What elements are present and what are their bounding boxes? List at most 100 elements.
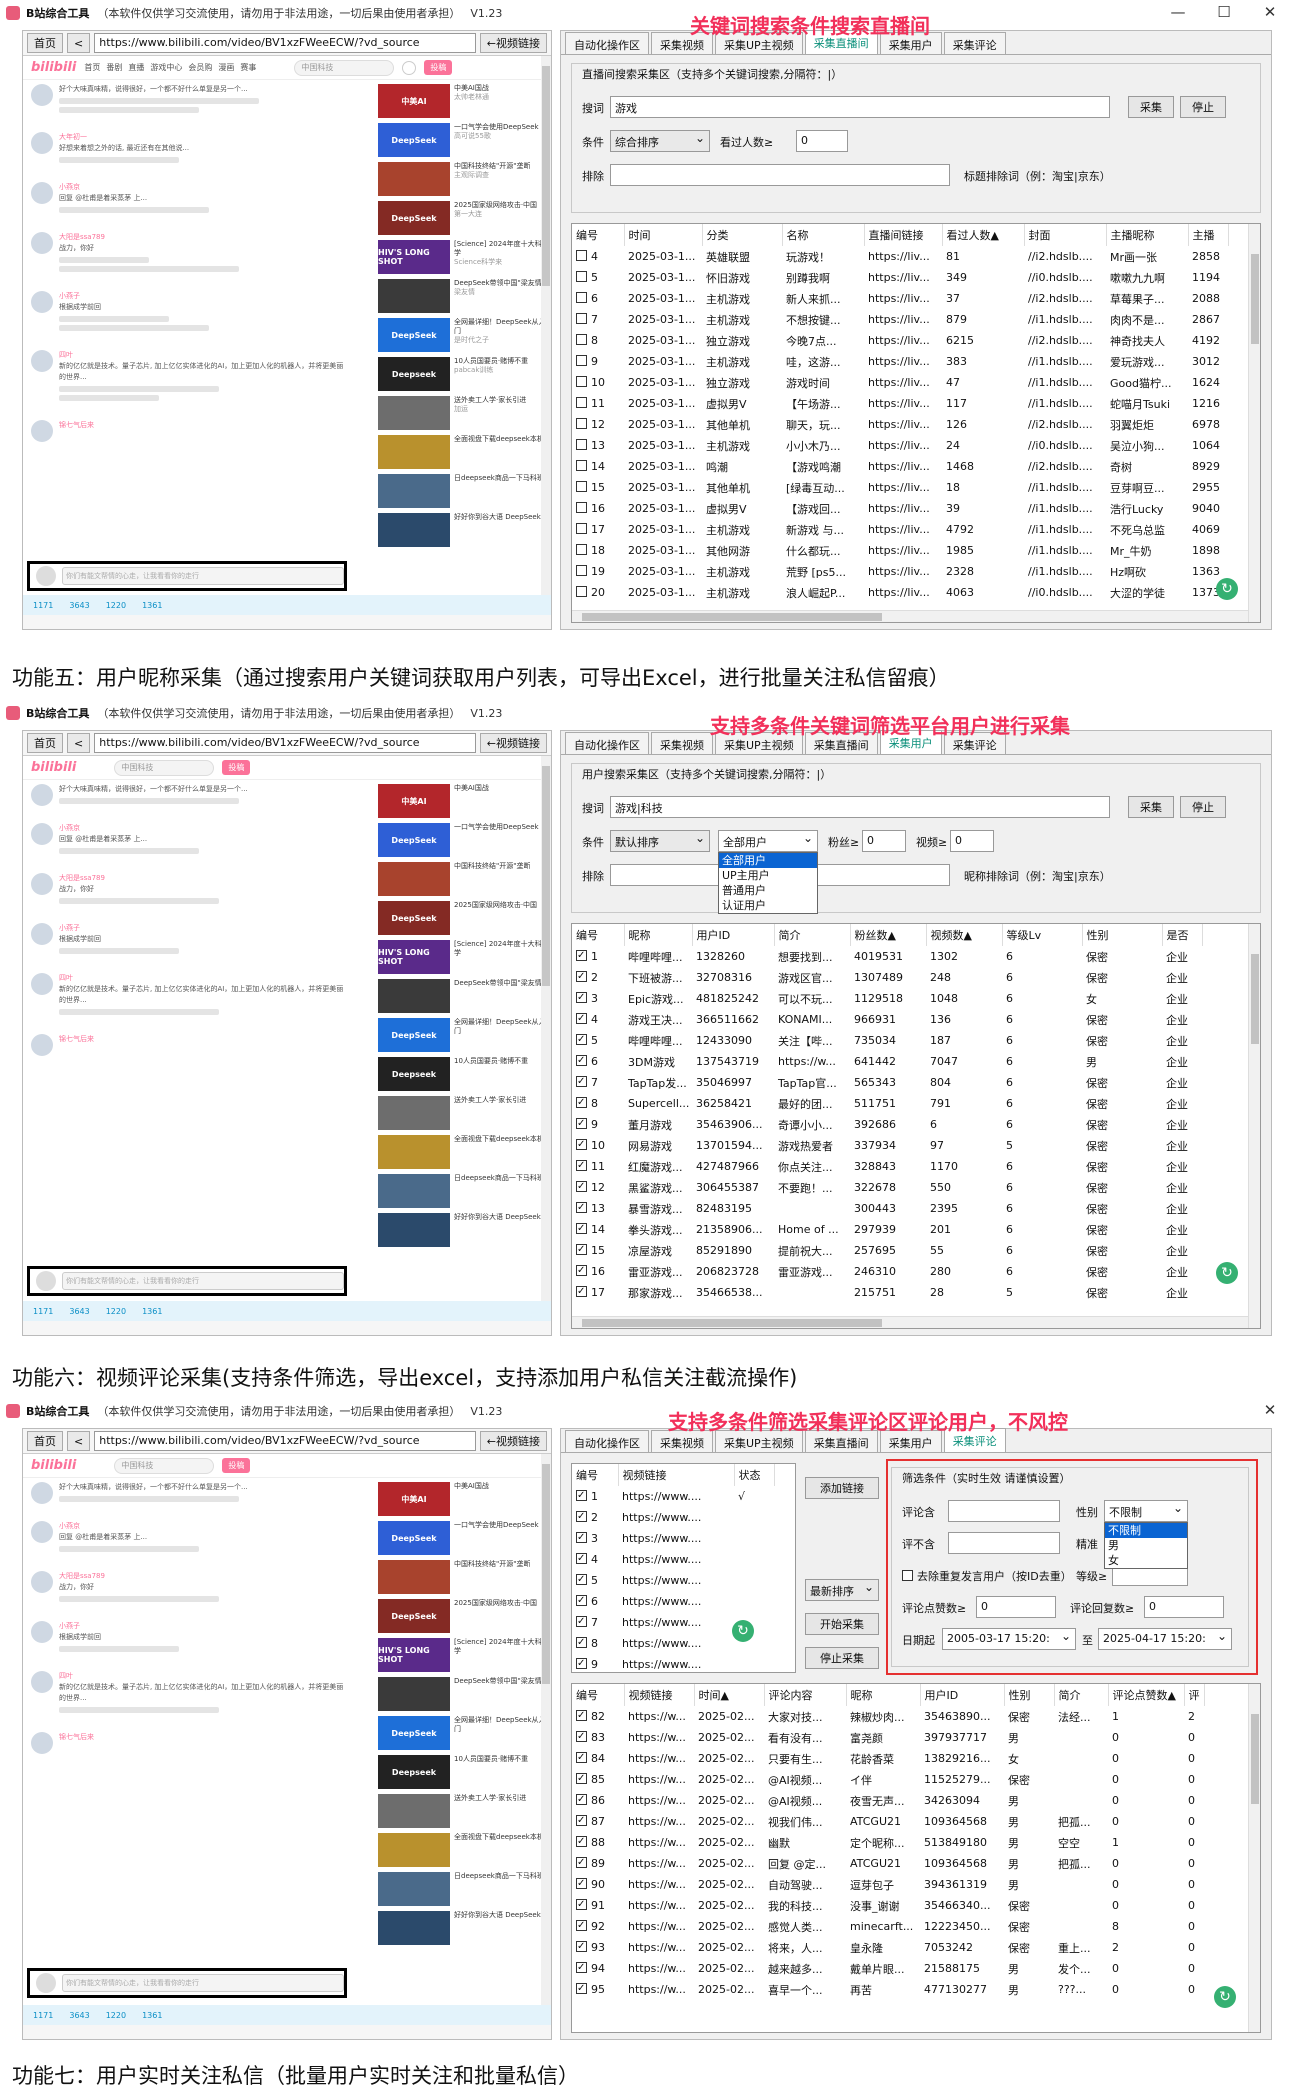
- video-link-button[interactable]: ←视频链接: [479, 733, 547, 753]
- column-header[interactable]: 时间: [624, 224, 703, 246]
- video-thumbnail[interactable]: [378, 435, 450, 469]
- video-title[interactable]: 一口气学会使用DeepSeek: [454, 823, 539, 859]
- table-scrollbar[interactable]: [1248, 224, 1260, 622]
- column-header[interactable]: 封面: [1024, 224, 1107, 246]
- video-thumbnail[interactable]: 中美AI: [378, 784, 450, 818]
- fav-count[interactable]: 1220: [106, 1307, 126, 1316]
- comment-row[interactable]: 91 https://w... 2025-02... 我的科技... 没事_谢谢 3546…: [572, 1895, 1204, 1916]
- avatar[interactable]: [31, 232, 53, 254]
- column-header[interactable]: 分类: [702, 224, 783, 246]
- video-card[interactable]: HIV'S LONG SHOT [Science] 2024年度十大科学: [378, 1638, 548, 1674]
- column-header[interactable]: 用户ID: [920, 1684, 1005, 1706]
- video-link-button[interactable]: ←视频链接: [479, 33, 547, 53]
- nav-item[interactable]: 首页: [84, 62, 100, 73]
- video-thumbnail[interactable]: HIV'S LONG SHOT: [378, 940, 450, 974]
- live-row[interactable]: 9 2025-03-1... 主机游戏 哇，这游... https://liv... 38…: [572, 351, 1228, 372]
- live-row[interactable]: 15 2025-03-1... 其他单机 [绿毒互动... https://liv...…: [572, 477, 1228, 498]
- row-checkbox[interactable]: [576, 1244, 587, 1255]
- row-checkbox[interactable]: [576, 1013, 587, 1024]
- video-card[interactable]: DeepSeek 一口气学会使用DeepSeek: [378, 823, 548, 859]
- bilibili-logo[interactable]: bilibili: [31, 760, 76, 775]
- row-checkbox[interactable]: [576, 334, 587, 345]
- dropdown-option[interactable]: 男: [1105, 1538, 1187, 1553]
- share-count[interactable]: 1361: [142, 601, 162, 610]
- avatar[interactable]: [31, 132, 53, 154]
- video-title[interactable]: 全面视盘下载deepseek本机: [454, 1135, 544, 1171]
- user-type-select[interactable]: 全部用户: [718, 830, 818, 852]
- row-checkbox[interactable]: [576, 1731, 587, 1742]
- stop-collect-button[interactable]: 停止采集: [805, 1647, 879, 1669]
- video-card[interactable]: DeepSeek 全网最详细！DeepSeek从入门: [378, 1018, 548, 1054]
- table-scrollbar[interactable]: [1248, 1684, 1260, 2032]
- comment-row[interactable]: 93 https://w... 2025-02... 将来，人... 皇永隆 705324…: [572, 1937, 1204, 1958]
- coin-count[interactable]: 3643: [69, 1307, 89, 1316]
- link-row[interactable]: 3 https://www....: [572, 1528, 774, 1549]
- video-title[interactable]: 全面视盘下载deepseek本机: [454, 1833, 544, 1869]
- table-hscrollbar[interactable]: [572, 610, 1248, 622]
- row-checkbox[interactable]: [576, 1076, 587, 1087]
- refresh-icon[interactable]: ↻: [1216, 1262, 1238, 1284]
- row-checkbox[interactable]: [576, 1836, 587, 1847]
- video-card[interactable]: 中国科技终结"开源"垄断 主观际调查: [378, 162, 548, 198]
- row-checkbox[interactable]: [576, 1983, 587, 1994]
- row-checkbox[interactable]: [576, 355, 587, 366]
- video-thumbnail[interactable]: DeepSeek: [378, 318, 450, 352]
- video-card[interactable]: 中国科技终结"开源"垄断: [378, 862, 548, 898]
- live-row[interactable]: 19 2025-03-1... 主机游戏 荒野 [ps5... https://liv.…: [572, 561, 1228, 582]
- row-checkbox[interactable]: [576, 992, 587, 1003]
- fans-input[interactable]: 0: [862, 830, 906, 852]
- exclude-input[interactable]: [610, 164, 950, 186]
- link-row[interactable]: 9 https://www....: [572, 1654, 774, 1672]
- comment-author[interactable]: 四叶: [59, 974, 73, 982]
- row-checkbox[interactable]: [576, 1595, 587, 1606]
- row-checkbox[interactable]: [576, 1511, 587, 1522]
- video-thumbnail[interactable]: HIV'S LONG SHOT: [378, 240, 450, 274]
- like-count[interactable]: 1171: [33, 2011, 53, 2020]
- comment-row[interactable]: 95 https://w... 2025-02... 喜早一个... 再苦 4771302…: [572, 1979, 1204, 2000]
- column-header[interactable]: 名称: [782, 224, 865, 246]
- video-card[interactable]: DeepSeek 全网最详细！DeepSeek从入门 是时代之子: [378, 318, 548, 354]
- video-title[interactable]: 中美AI国战: [454, 1482, 489, 1518]
- video-thumbnail[interactable]: [378, 1833, 450, 1867]
- row-checkbox[interactable]: [576, 1637, 587, 1648]
- comment-author[interactable]: 大阳是ssa789: [59, 233, 105, 241]
- dropdown-option[interactable]: UP主用户: [719, 868, 817, 883]
- video-title[interactable]: 10人员国要员·赌博不重: [454, 1057, 528, 1093]
- video-thumbnail[interactable]: [378, 1135, 450, 1169]
- dropdown-option[interactable]: 普通用户: [719, 883, 817, 898]
- user-row[interactable]: 11 红魔游戏... 427487966 你点关注... 328843 1170 6 保密 企业: [572, 1156, 1202, 1177]
- home-button[interactable]: 首页: [27, 733, 63, 753]
- coin-count[interactable]: 3643: [69, 601, 89, 610]
- video-thumbnail[interactable]: [378, 1174, 450, 1208]
- bilibili-logo[interactable]: bilibili: [31, 1458, 76, 1473]
- row-checkbox[interactable]: [576, 292, 587, 303]
- row-checkbox[interactable]: [576, 1752, 587, 1763]
- dropdown-option[interactable]: 不限制: [1105, 1523, 1187, 1538]
- live-row[interactable]: 7 2025-03-1... 主机游戏 不想按键... https://liv... 87…: [572, 309, 1228, 330]
- comment-compose[interactable]: 你们有能文帮情的心走，让我看看你的走行: [27, 561, 347, 591]
- video-card[interactable]: HIV'S LONG SHOT [Science] 2024年度十大科学: [378, 940, 548, 976]
- column-header[interactable]: 用户ID: [692, 924, 775, 946]
- video-title[interactable]: [Science] 2024年度十大科学: [454, 240, 548, 258]
- video-card[interactable]: 中国科技终结"开源"垄断: [378, 1560, 548, 1596]
- video-thumbnail[interactable]: DeepSeek: [378, 1018, 450, 1052]
- row-checkbox[interactable]: [576, 313, 587, 324]
- fav-count[interactable]: 1220: [106, 601, 126, 610]
- video-card[interactable]: DeepSeek 2025国家级网络攻击·中国 第一大连: [378, 201, 548, 237]
- row-checkbox[interactable]: [576, 1139, 587, 1150]
- video-card[interactable]: Deepseek 10人员国要员·赌博不重 pabcak训练: [378, 357, 548, 393]
- video-thumbnail[interactable]: DeepSeek: [378, 1716, 450, 1750]
- comment-row[interactable]: 86 https://w... 2025-02... @AI视频... 夜雪无声... 3…: [572, 1790, 1204, 1811]
- page-scrollbar[interactable]: [541, 56, 551, 615]
- column-header[interactable]: 直播间链接: [864, 224, 943, 246]
- url-input[interactable]: https://www.bilibili.com/video/BV1xzFWee…: [94, 33, 476, 53]
- video-thumbnail[interactable]: Deepseek: [378, 357, 450, 391]
- comment-compose[interactable]: 你们有能文帮情的心走，让我看看你的走行: [27, 1968, 347, 1998]
- row-checkbox[interactable]: [576, 544, 587, 555]
- row-checkbox[interactable]: [576, 1118, 587, 1129]
- row-checkbox[interactable]: [576, 1773, 587, 1784]
- video-card[interactable]: DeepSeek 2025国家级网络攻击·中国: [378, 901, 548, 937]
- row-checkbox[interactable]: [576, 1941, 587, 1952]
- upload-button[interactable]: 投稿: [222, 1458, 251, 1473]
- sort-select[interactable]: 默认排序: [610, 830, 710, 852]
